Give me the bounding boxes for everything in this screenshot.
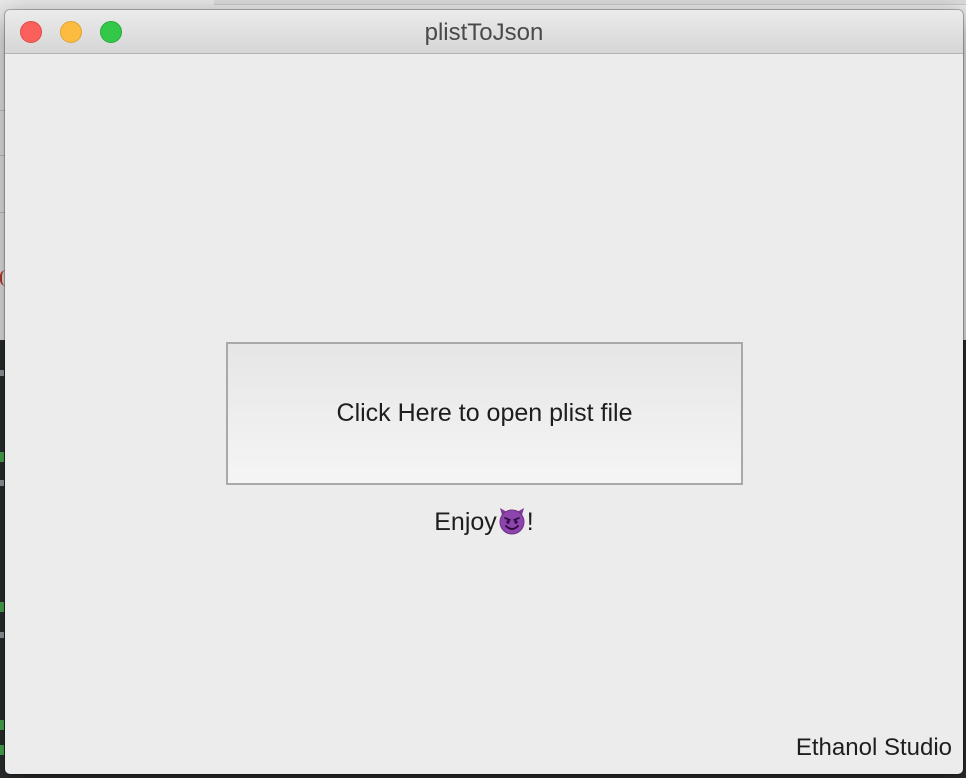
background-green-mark bbox=[0, 602, 4, 612]
app-window: plistToJson Click Here to open plist fil… bbox=[5, 10, 963, 774]
title-bar[interactable]: plistToJson bbox=[5, 10, 963, 54]
background-green-mark bbox=[0, 452, 4, 462]
open-plist-button-label: Click Here to open plist file bbox=[336, 399, 633, 427]
background-mark bbox=[0, 370, 4, 376]
background-mark bbox=[0, 480, 4, 486]
background-green-mark bbox=[0, 745, 4, 755]
enjoy-message: Enjoy ! bbox=[5, 506, 963, 538]
enjoy-text: Enjoy bbox=[434, 508, 497, 536]
background-mark bbox=[0, 632, 4, 638]
smiling-devil-icon bbox=[499, 508, 525, 535]
enjoy-suffix: ! bbox=[526, 508, 534, 536]
studio-credit: Ethanol Studio bbox=[795, 734, 952, 761]
background-window-edge bbox=[214, 0, 966, 5]
window-title: plistToJson bbox=[424, 19, 544, 46]
background-green-mark bbox=[0, 720, 4, 730]
open-plist-button[interactable]: Click Here to open plist file bbox=[226, 342, 743, 485]
window-content: Click Here to open plist file Enjoy ! Et… bbox=[5, 54, 963, 774]
